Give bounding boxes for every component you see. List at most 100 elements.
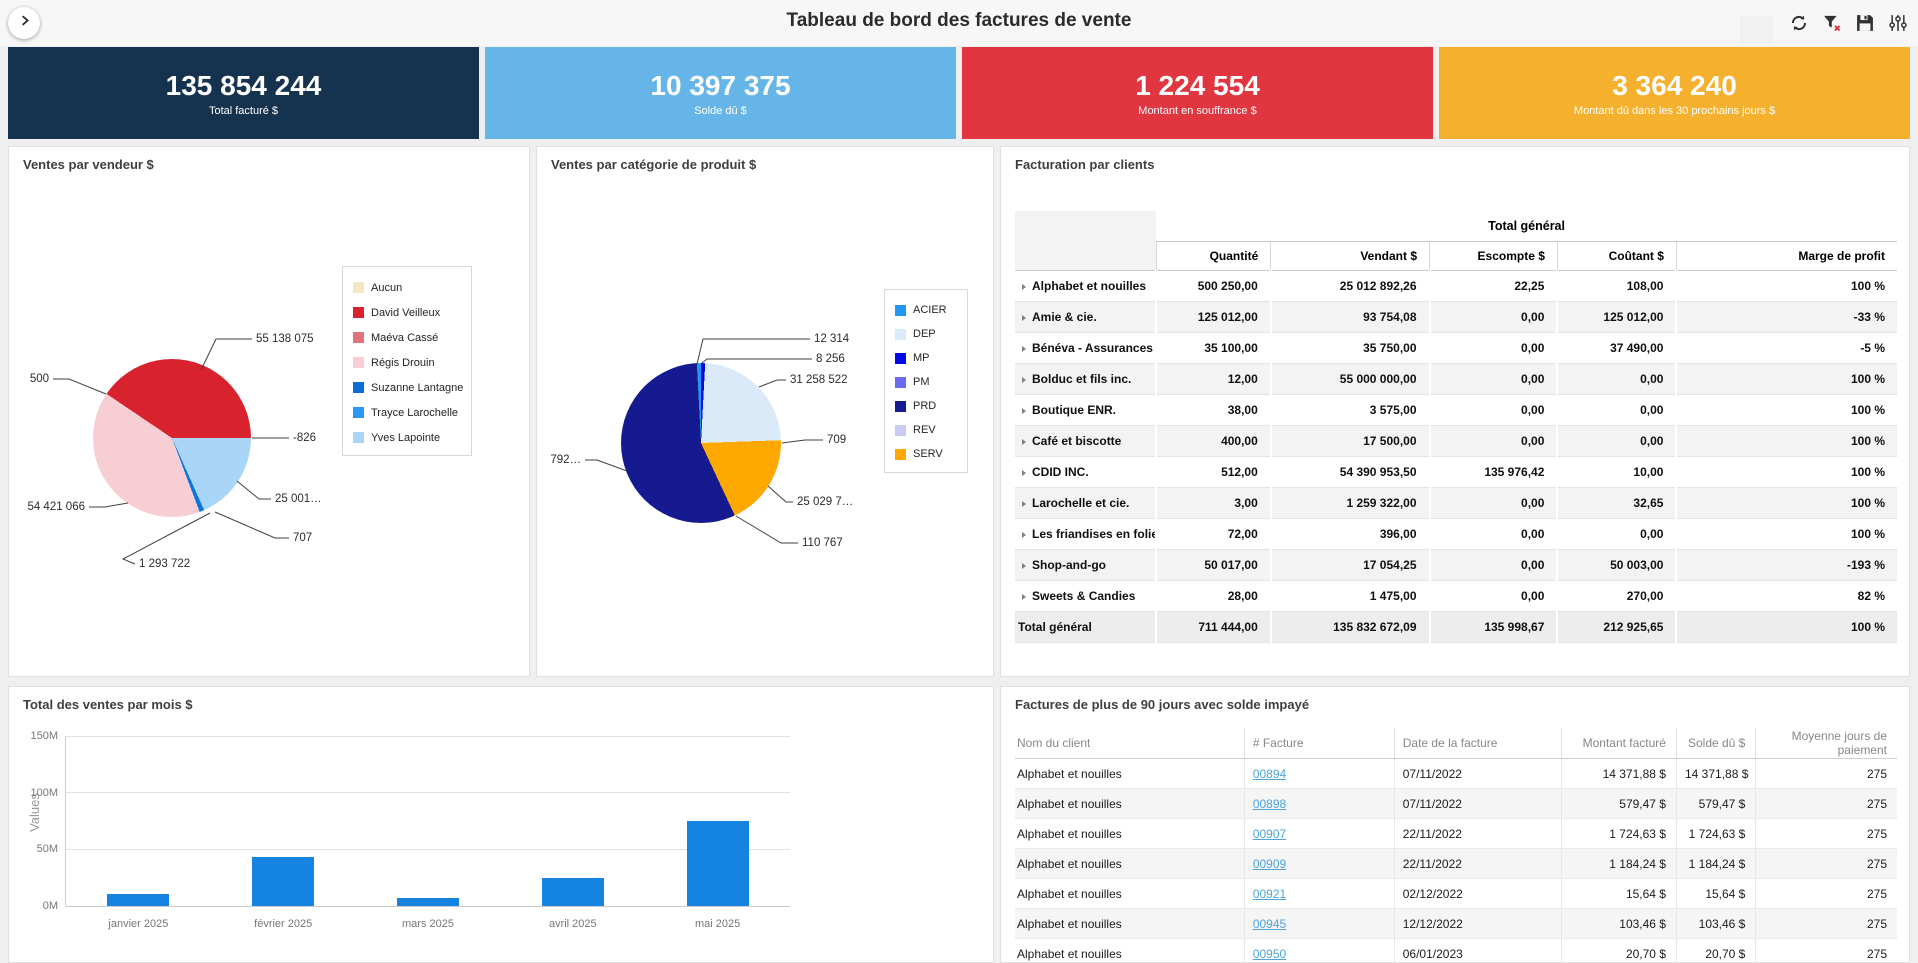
legend-item[interactable]: PRD xyxy=(895,394,963,418)
table-row[interactable]: Bolduc et fils inc.12,0055 000 000,000,0… xyxy=(1015,364,1897,395)
refresh-icon[interactable] xyxy=(1789,13,1809,33)
expand-caret-icon[interactable] xyxy=(1022,501,1026,507)
table-row[interactable]: Amie & cie.125 012,0093 754,080,00125 01… xyxy=(1015,302,1897,333)
kpi-row: 135 854 244 Total facturé $ 10 397 375 S… xyxy=(8,47,1910,139)
pie-callout-label: 1 293 722 xyxy=(139,558,190,570)
expand-caret-icon[interactable] xyxy=(1022,563,1026,569)
legend-item[interactable]: Maéva Cassé xyxy=(353,325,467,350)
overdue-invoices-table: Nom du client# FactureDate de la facture… xyxy=(1015,728,1897,963)
value-cell: Alphabet et nouilles xyxy=(1015,909,1244,939)
column-header[interactable]: Quantité xyxy=(1156,242,1271,271)
clear-filters-icon[interactable] xyxy=(1822,13,1842,33)
table-row: Alphabet et nouilles0089407/11/202214 37… xyxy=(1015,759,1897,789)
expand-caret-icon[interactable] xyxy=(1022,470,1026,476)
vendor-pie-chart[interactable] xyxy=(93,359,251,517)
client-name: Bolduc et fils inc. xyxy=(1032,372,1131,386)
table-row[interactable]: Les friandises en folies72,00396,000,000… xyxy=(1015,519,1897,550)
panel-sales-by-category: Ventes par catégorie de produit $ ACIERD… xyxy=(536,146,994,677)
invoice-link[interactable]: 00909 xyxy=(1253,857,1286,871)
invoice-link[interactable]: 00921 xyxy=(1253,887,1286,901)
column-header[interactable]: Nom du client xyxy=(1015,728,1244,759)
table-row[interactable]: Alphabet et nouilles500 250,0025 012 892… xyxy=(1015,271,1897,302)
invoice-link[interactable]: 00894 xyxy=(1253,767,1286,781)
settings-sliders-icon[interactable] xyxy=(1888,13,1908,33)
value-cell: 0,00 xyxy=(1430,550,1558,581)
legend-item[interactable]: Aucun xyxy=(353,275,467,300)
legend-item[interactable]: SERV xyxy=(895,442,963,466)
value-cell: 0,00 xyxy=(1557,426,1676,457)
invoice-link[interactable]: 00950 xyxy=(1253,947,1286,961)
expand-caret-icon[interactable] xyxy=(1022,284,1026,290)
category-pie-chart[interactable] xyxy=(621,363,781,523)
value-cell: 275 xyxy=(1756,789,1897,819)
expand-caret-icon[interactable] xyxy=(1022,408,1026,414)
table-row[interactable]: Bénéva - Assurances35 100,0035 750,000,0… xyxy=(1015,333,1897,364)
bar[interactable] xyxy=(397,898,459,906)
bar[interactable] xyxy=(252,857,314,906)
invoice-link[interactable]: 00945 xyxy=(1253,917,1286,931)
legend-item[interactable]: Yves Lapointe xyxy=(353,425,467,450)
column-header[interactable]: Vendant $ xyxy=(1271,242,1430,271)
column-header[interactable]: Escompte $ xyxy=(1430,242,1558,271)
column-header[interactable]: Marge de profit xyxy=(1676,242,1897,271)
invoice-link[interactable]: 00907 xyxy=(1253,827,1286,841)
legend-item[interactable]: Trayce Larochelle xyxy=(353,400,467,425)
value-cell: 35 100,00 xyxy=(1156,333,1271,364)
legend-item[interactable]: David Veilleux xyxy=(353,300,467,325)
save-icon[interactable] xyxy=(1855,13,1875,33)
value-cell: 135 998,67 xyxy=(1430,612,1558,643)
column-header[interactable]: Date de la facture xyxy=(1394,728,1562,759)
expand-caret-icon[interactable] xyxy=(1022,315,1026,321)
legend-label: PM xyxy=(913,376,930,388)
legend-swatch xyxy=(895,377,906,388)
total-row[interactable]: Total général711 444,00135 832 672,09135… xyxy=(1015,612,1897,643)
value-cell: 32,65 xyxy=(1557,488,1676,519)
expand-caret-icon[interactable] xyxy=(1022,439,1026,445)
invoice-link[interactable]: 00898 xyxy=(1253,797,1286,811)
expand-caret-icon[interactable] xyxy=(1022,377,1026,383)
table-row[interactable]: Café et biscotte400,0017 500,000,000,001… xyxy=(1015,426,1897,457)
value-cell: 0,00 xyxy=(1430,333,1558,364)
value-cell: 28,00 xyxy=(1156,581,1271,612)
column-header[interactable]: Solde dû $ xyxy=(1676,728,1755,759)
value-cell: 0,00 xyxy=(1557,364,1676,395)
table-row[interactable]: CDID INC.512,0054 390 953,50135 976,4210… xyxy=(1015,457,1897,488)
legend-label: MP xyxy=(913,352,930,364)
table-row[interactable]: Boutique ENR.38,003 575,000,000,00100 % xyxy=(1015,395,1897,426)
column-header[interactable]: Montant facturé xyxy=(1562,728,1677,759)
value-cell: 579,47 $ xyxy=(1562,789,1677,819)
client-name: Shop-and-go xyxy=(1032,558,1106,572)
client-name-cell: Alphabet et nouilles xyxy=(1015,271,1156,302)
legend-item[interactable]: MP xyxy=(895,346,963,370)
value-cell: -5 % xyxy=(1676,333,1897,364)
y-tick-label: 100M xyxy=(30,787,58,799)
legend-item[interactable]: PM xyxy=(895,370,963,394)
pie-callout-label: 792… xyxy=(550,454,581,466)
legend-item[interactable]: Suzanne Lantagne xyxy=(353,375,467,400)
table-row[interactable]: Sweets & Candies28,001 475,000,00270,008… xyxy=(1015,581,1897,612)
bar[interactable] xyxy=(542,878,604,906)
bar[interactable] xyxy=(687,821,749,906)
category-pie-legend: ACIERDEP MP PM PRDREVSERV xyxy=(884,289,968,473)
bar[interactable] xyxy=(107,894,169,906)
legend-item[interactable]: REV xyxy=(895,418,963,442)
kpi-value: 3 364 240 xyxy=(1612,70,1737,102)
expand-caret-icon[interactable] xyxy=(1022,594,1026,600)
legend-item[interactable]: ACIER xyxy=(895,298,963,322)
table-row[interactable]: Shop-and-go50 017,0017 054,250,0050 003,… xyxy=(1015,550,1897,581)
expand-caret-icon[interactable] xyxy=(1022,346,1026,352)
table-row: Alphabet et nouilles0089807/11/2022579,4… xyxy=(1015,789,1897,819)
client-name: Café et biscotte xyxy=(1032,434,1121,448)
column-header[interactable]: # Facture xyxy=(1244,728,1394,759)
table-row[interactable]: Larochelle et cie.3,001 259 322,000,0032… xyxy=(1015,488,1897,519)
expand-caret-icon[interactable] xyxy=(1022,532,1026,538)
column-header[interactable]: Coûtant $ xyxy=(1557,242,1676,271)
client-name-cell: Total général xyxy=(1015,612,1156,643)
legend-swatch xyxy=(353,332,364,343)
value-cell: 270,00 xyxy=(1557,581,1676,612)
value-cell: 711 444,00 xyxy=(1156,612,1271,643)
legend-item[interactable]: DEP xyxy=(895,322,963,346)
column-header[interactable]: Moyenne jours de paiement xyxy=(1756,728,1897,759)
value-cell: 00894 xyxy=(1244,759,1394,789)
legend-item[interactable]: Régis Drouin xyxy=(353,350,467,375)
